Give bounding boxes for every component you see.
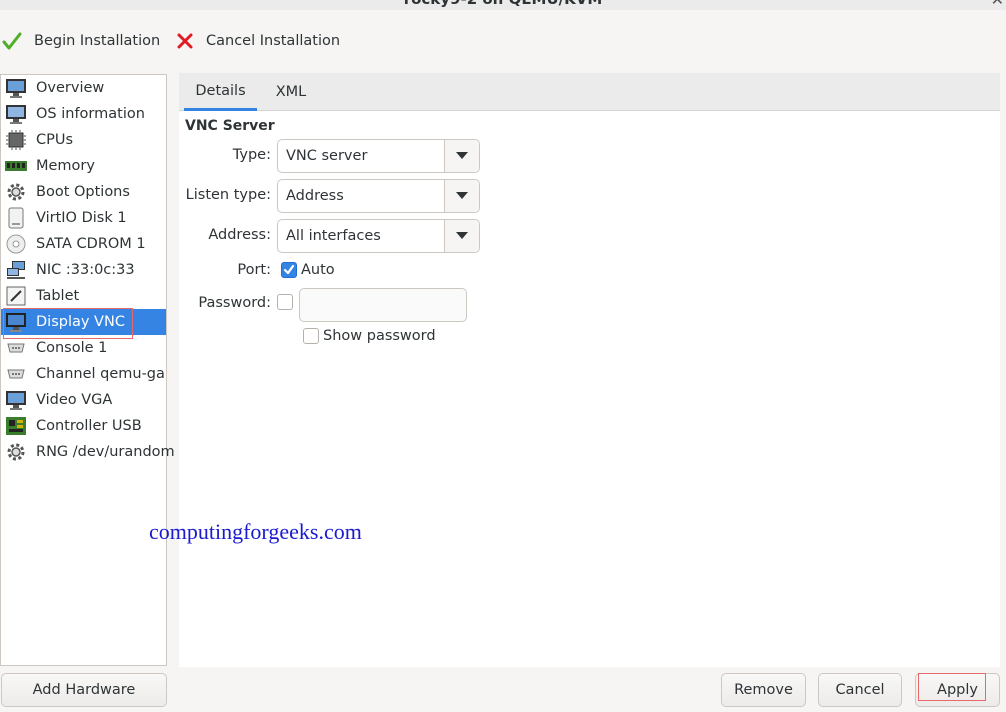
sidebar-item-label: Tablet: [36, 288, 80, 304]
sidebar-item-label: CPUs: [36, 132, 74, 148]
chevron-down-icon: [444, 220, 479, 252]
sidebar-item-os-information[interactable]: OS information: [1, 101, 166, 127]
controller-icon: [5, 415, 27, 437]
port-label: Port:: [237, 262, 271, 278]
sidebar-item-label: Memory: [36, 158, 95, 174]
cancel-installation-label: Cancel Installation: [206, 33, 341, 49]
serial-icon: [5, 337, 27, 359]
checkmark-icon: [283, 264, 295, 275]
cancel-x-icon: [177, 33, 193, 49]
show-password-checkbox[interactable]: [303, 328, 319, 344]
chevron-down-icon: [444, 180, 479, 212]
listen-type-dropdown[interactable]: Address: [277, 179, 480, 213]
checkmark-icon: [2, 32, 22, 50]
address-dropdown[interactable]: All interfaces: [277, 219, 480, 253]
video-icon: [5, 389, 27, 411]
password-field[interactable]: [299, 288, 467, 322]
sidebar-item-label: Boot Options: [36, 184, 130, 200]
sidebar-item-cpus[interactable]: CPUs: [1, 127, 166, 153]
monitor-icon: [5, 77, 27, 99]
network-icon: [5, 259, 27, 281]
type-dropdown[interactable]: VNC server: [277, 139, 480, 173]
gear-icon: [5, 441, 27, 463]
section-title: VNC Server: [185, 118, 275, 134]
apply-button[interactable]: Apply: [915, 673, 1000, 707]
sidebar-item-sata-cdrom[interactable]: SATA CDROM 1: [1, 231, 166, 257]
sidebar-item-label: Channel qemu-ga: [36, 366, 165, 382]
type-value: VNC server: [286, 148, 368, 164]
sidebar-item-label: Display VNC: [36, 314, 125, 330]
begin-installation-label: Begin Installation: [34, 33, 161, 49]
sidebar-item-nic[interactable]: NIC :33:0c:33: [1, 257, 166, 283]
gear-icon: [5, 181, 27, 203]
sidebar-item-label: OS information: [36, 106, 145, 122]
password-label: Password:: [198, 295, 271, 311]
sidebar-item-label: Overview: [36, 80, 105, 96]
tablet-icon: [5, 285, 27, 307]
sidebar-item-console[interactable]: Console 1: [1, 335, 166, 361]
sidebar-item-label: Console 1: [36, 340, 108, 356]
title-bar: rocky9-2 on QEMU/KVM ✕: [0, 0, 1006, 10]
address-value: All interfaces: [286, 228, 381, 244]
password-checkbox[interactable]: [277, 294, 293, 310]
sidebar-item-virtio-disk[interactable]: VirtIO Disk 1: [1, 205, 166, 231]
chevron-down-icon: [444, 140, 479, 172]
sidebar-item-channel[interactable]: Channel qemu-ga: [1, 361, 166, 387]
cancel-button[interactable]: Cancel: [818, 673, 902, 707]
port-auto-checkbox[interactable]: [281, 262, 297, 278]
sidebar-item-display-vnc[interactable]: Display VNC: [1, 309, 166, 335]
sidebar-item-memory[interactable]: Memory: [1, 153, 166, 179]
disk-icon: [5, 207, 27, 229]
address-label: Address:: [208, 227, 271, 243]
hardware-list: Overview OS information CPUs Memory Boot…: [0, 74, 175, 666]
type-label: Type:: [232, 147, 271, 163]
cpu-icon: [5, 129, 27, 151]
sidebar-item-label: SATA CDROM 1: [36, 236, 146, 252]
sidebar-item-controller-usb[interactable]: Controller USB: [1, 413, 166, 439]
sidebar-item-label: NIC :33:0c:33: [36, 262, 135, 278]
details-panel: Details XML VNC Server Type: VNC server …: [179, 73, 1000, 667]
display-icon: [5, 311, 27, 333]
listen-type-value: Address: [286, 188, 344, 204]
close-icon[interactable]: ✕: [991, 0, 1004, 9]
port-auto-label: Auto: [301, 262, 335, 278]
channel-icon: [5, 363, 27, 385]
memory-icon: [5, 155, 27, 177]
cancel-installation-button[interactable]: Cancel Installation: [176, 28, 340, 54]
window-title: rocky9-2 on QEMU/KVM: [0, 0, 1006, 8]
cdrom-icon: [5, 233, 27, 255]
sidebar-item-label: VirtIO Disk 1: [36, 210, 127, 226]
tab-details[interactable]: Details: [184, 73, 257, 111]
monitor-info-icon: [5, 103, 27, 125]
sidebar-item-label: Video VGA: [36, 392, 113, 408]
remove-button[interactable]: Remove: [721, 673, 806, 707]
tab-bar: Details XML: [179, 73, 1000, 111]
add-hardware-button[interactable]: Add Hardware: [1, 673, 167, 707]
sidebar-item-label: Controller USB: [36, 418, 142, 434]
watermark-text: computingforgeeks.com: [149, 519, 362, 544]
toolbar: Begin Installation Cancel Installation: [0, 10, 1006, 72]
show-password-label: Show password: [323, 328, 436, 344]
sidebar-item-tablet[interactable]: Tablet: [1, 283, 166, 309]
begin-installation-button[interactable]: Begin Installation: [2, 28, 160, 54]
sidebar-item-rng[interactable]: RNG /dev/urandom: [1, 439, 175, 465]
listen-type-label: Listen type:: [185, 187, 271, 203]
sidebar-item-video-vga[interactable]: Video VGA: [1, 387, 166, 413]
sidebar-item-boot-options[interactable]: Boot Options: [1, 179, 166, 205]
sidebar-item-label: RNG /dev/urandom: [36, 444, 175, 460]
sidebar-item-overview[interactable]: Overview: [1, 75, 166, 101]
tab-xml[interactable]: XML: [263, 73, 319, 111]
